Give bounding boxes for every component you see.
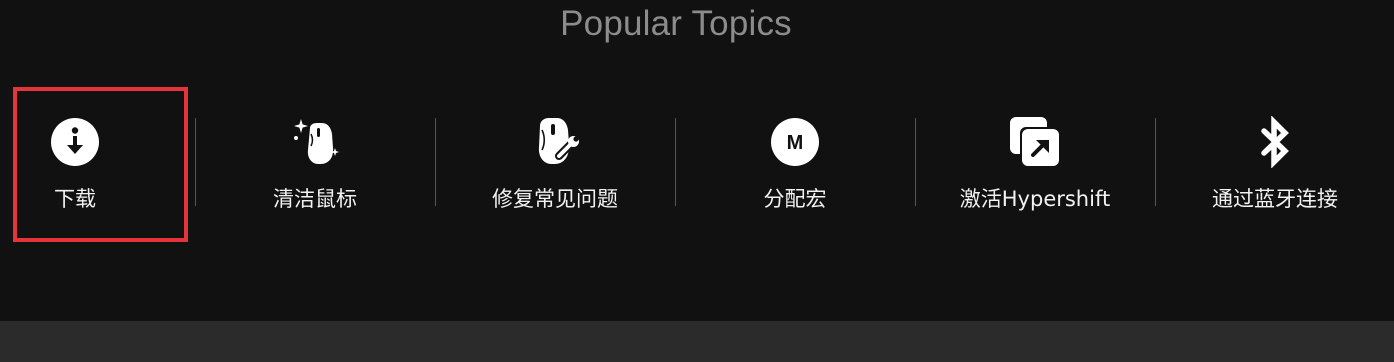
topic-label: 激活Hypershift — [959, 187, 1111, 211]
section-title: Popular Topics — [560, 4, 792, 43]
mouse-clean-icon — [289, 116, 341, 168]
popular-topics-list: 下载 清洁鼠标 修复常见问题 M 分配宏 激活Hypershift 通过蓝牙连接 — [0, 110, 1394, 214]
macro-icon-letter: M — [787, 132, 804, 154]
topic-label: 通过蓝牙连接 — [1212, 187, 1338, 211]
download-icon — [49, 116, 101, 168]
topic-label: 下载 — [54, 187, 96, 211]
macro-icon: M — [769, 116, 821, 168]
bluetooth-icon — [1249, 116, 1301, 168]
topic-fix-common-issues[interactable]: 修复常见问题 — [435, 110, 675, 214]
topic-clean-mouse[interactable]: 清洁鼠标 — [195, 110, 435, 214]
hypershift-icon — [1009, 116, 1061, 168]
mouse-repair-icon — [529, 116, 581, 168]
topic-label: 分配宏 — [763, 187, 827, 211]
topic-label: 清洁鼠标 — [273, 187, 357, 211]
topic-assign-macro[interactable]: M 分配宏 — [675, 110, 915, 214]
topic-connect-bluetooth[interactable]: 通过蓝牙连接 — [1155, 110, 1394, 214]
topic-label: 修复常见问题 — [492, 187, 618, 211]
topic-activate-hypershift[interactable]: 激活Hypershift — [915, 110, 1155, 214]
topic-download[interactable]: 下载 — [0, 110, 195, 214]
footer-band — [0, 321, 1394, 362]
